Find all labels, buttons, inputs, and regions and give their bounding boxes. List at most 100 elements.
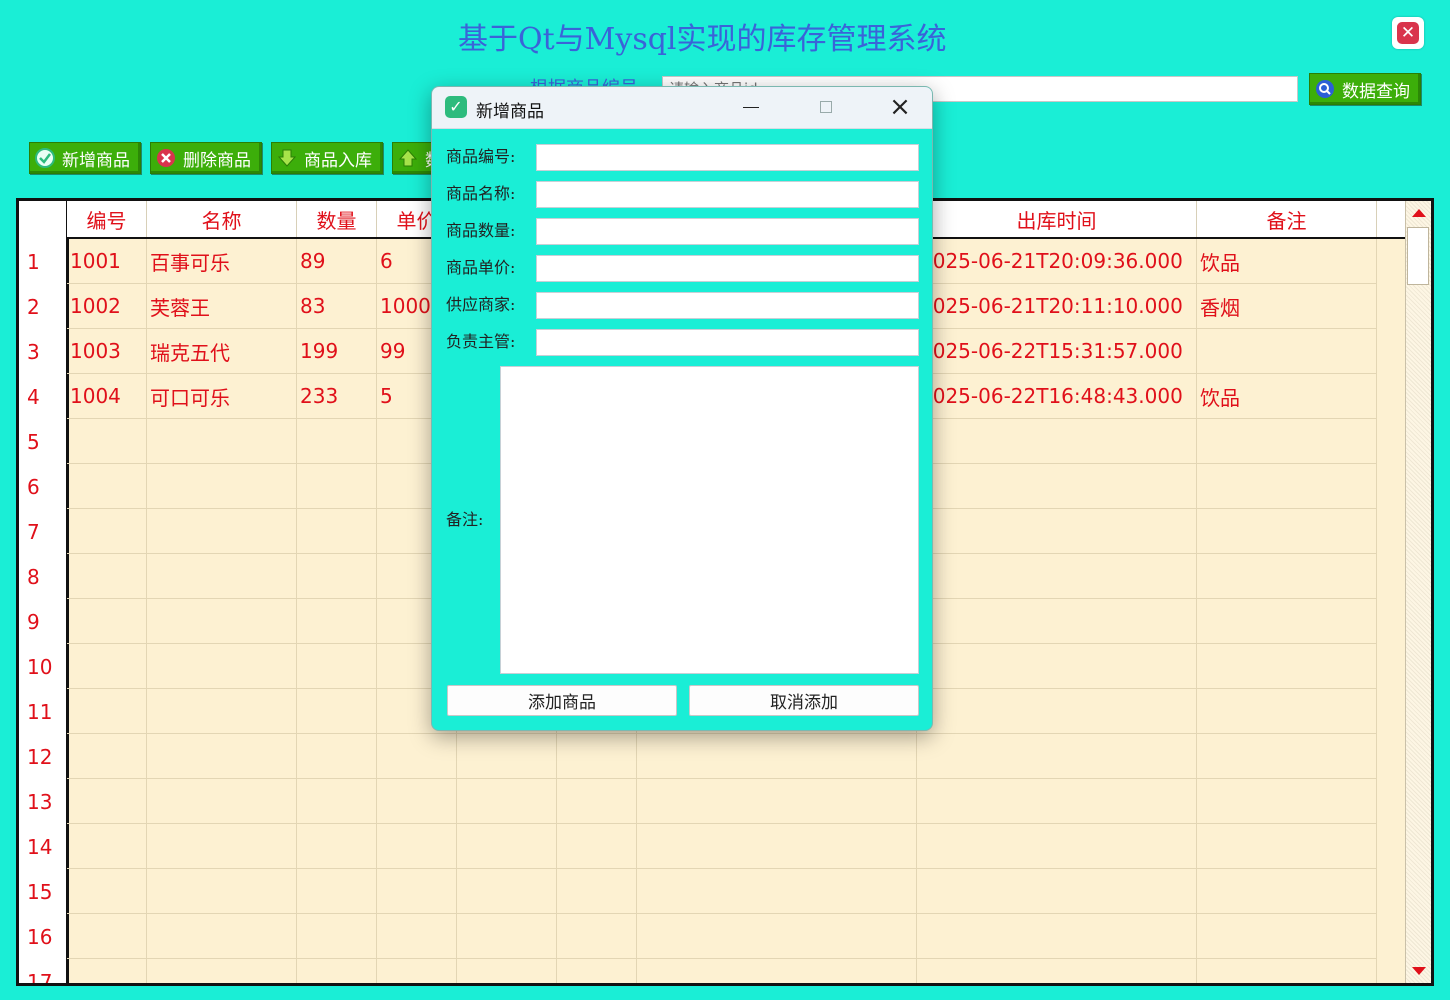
supplier-input[interactable]: [536, 292, 919, 319]
table-cell[interactable]: [147, 824, 297, 869]
table-cell[interactable]: [917, 509, 1197, 554]
table-cell[interactable]: 199: [297, 329, 377, 374]
table-cell[interactable]: [1197, 644, 1377, 689]
table-cell[interactable]: [1197, 509, 1377, 554]
table-cell[interactable]: [457, 959, 557, 983]
table-cell[interactable]: [637, 734, 917, 779]
table-cell[interactable]: [67, 464, 147, 509]
row-number[interactable]: 13: [27, 779, 67, 824]
table-cell[interactable]: [297, 734, 377, 779]
table-cell[interactable]: [1197, 779, 1377, 824]
table-cell[interactable]: [917, 779, 1197, 824]
table-cell[interactable]: [297, 959, 377, 983]
row-number[interactable]: 15: [27, 869, 67, 914]
table-cell[interactable]: [67, 554, 147, 599]
table-cell[interactable]: [457, 824, 557, 869]
table-cell[interactable]: [147, 734, 297, 779]
dialog-titlebar[interactable]: ✓ 新增商品 ×: [432, 87, 932, 129]
table-cell[interactable]: [637, 869, 917, 914]
table-cell[interactable]: [67, 959, 147, 983]
add-button[interactable]: 添加商品: [447, 685, 677, 716]
row-number[interactable]: 12: [27, 734, 67, 779]
table-cell[interactable]: [917, 599, 1197, 644]
close-icon[interactable]: ×: [886, 93, 914, 121]
table-cell[interactable]: [1197, 599, 1377, 644]
table-cell[interactable]: [67, 644, 147, 689]
row-number[interactable]: 9: [27, 599, 67, 644]
table-cell[interactable]: [1197, 419, 1377, 464]
table-cell[interactable]: [67, 734, 147, 779]
table-cell[interactable]: [557, 734, 637, 779]
scroll-up-icon[interactable]: [1412, 209, 1426, 217]
maximize-icon[interactable]: [820, 101, 832, 113]
stock-in-button[interactable]: 商品入库: [271, 142, 383, 174]
column-header[interactable]: 编号: [67, 201, 147, 237]
table-cell[interactable]: [917, 824, 1197, 869]
row-number[interactable]: 17: [27, 959, 67, 984]
query-button[interactable]: 数据查询: [1309, 73, 1421, 105]
row-number[interactable]: 4: [27, 374, 67, 419]
table-cell[interactable]: [917, 554, 1197, 599]
notes-textarea[interactable]: [500, 366, 919, 674]
table-cell[interactable]: [297, 779, 377, 824]
table-cell[interactable]: [377, 914, 457, 959]
scroll-down-icon[interactable]: [1412, 967, 1426, 975]
table-cell[interactable]: [377, 959, 457, 983]
table-cell[interactable]: [147, 779, 297, 824]
table-cell[interactable]: [1197, 869, 1377, 914]
product-id-input[interactable]: [536, 144, 919, 171]
table-cell[interactable]: [1197, 734, 1377, 779]
table-cell[interactable]: [67, 869, 147, 914]
table-cell[interactable]: [637, 779, 917, 824]
table-cell[interactable]: [147, 959, 297, 983]
table-cell[interactable]: [147, 914, 297, 959]
table-cell[interactable]: [457, 779, 557, 824]
table-cell[interactable]: [557, 959, 637, 983]
table-cell[interactable]: 百事可乐: [147, 239, 297, 284]
row-number[interactable]: 1: [27, 239, 67, 284]
table-cell[interactable]: 2025-06-22T15:31:57.000: [917, 329, 1197, 374]
table-cell[interactable]: 1001: [67, 239, 147, 284]
row-number[interactable]: 16: [27, 914, 67, 959]
row-number[interactable]: 2: [27, 284, 67, 329]
column-header[interactable]: 名称: [147, 201, 297, 237]
table-cell[interactable]: [147, 869, 297, 914]
table-cell[interactable]: 1004: [67, 374, 147, 419]
table-cell[interactable]: [297, 554, 377, 599]
table-cell[interactable]: [297, 869, 377, 914]
table-cell[interactable]: [457, 734, 557, 779]
table-cell[interactable]: 2025-06-22T16:48:43.000: [917, 374, 1197, 419]
minimize-icon[interactable]: [743, 107, 759, 108]
table-cell[interactable]: [1197, 824, 1377, 869]
table-cell[interactable]: [67, 509, 147, 554]
table-cell[interactable]: [67, 419, 147, 464]
table-cell[interactable]: [377, 869, 457, 914]
row-number[interactable]: 5: [27, 419, 67, 464]
table-cell[interactable]: 饮品: [1197, 239, 1377, 284]
table-cell[interactable]: [1197, 959, 1377, 983]
scroll-thumb[interactable]: [1407, 227, 1429, 285]
table-cell[interactable]: 可口可乐: [147, 374, 297, 419]
table-cell[interactable]: [67, 914, 147, 959]
table-cell[interactable]: [1197, 329, 1377, 374]
table-cell[interactable]: 89: [297, 239, 377, 284]
table-cell[interactable]: [1197, 554, 1377, 599]
product-price-input[interactable]: [536, 255, 919, 282]
table-cell[interactable]: 饮品: [1197, 374, 1377, 419]
table-cell[interactable]: [297, 914, 377, 959]
product-qty-input[interactable]: [536, 218, 919, 245]
column-header[interactable]: 出库时间: [917, 201, 1197, 237]
table-cell[interactable]: [147, 599, 297, 644]
table-cell[interactable]: [67, 824, 147, 869]
table-cell[interactable]: [557, 914, 637, 959]
table-cell[interactable]: 2025-06-21T20:09:36.000: [917, 239, 1197, 284]
table-cell[interactable]: [457, 869, 557, 914]
table-cell[interactable]: [1197, 689, 1377, 734]
table-cell[interactable]: [917, 644, 1197, 689]
table-cell[interactable]: [917, 959, 1197, 983]
table-cell[interactable]: [637, 824, 917, 869]
column-header[interactable]: 数量: [297, 201, 377, 237]
row-number[interactable]: 6: [27, 464, 67, 509]
table-cell[interactable]: [377, 779, 457, 824]
table-cell[interactable]: [917, 869, 1197, 914]
